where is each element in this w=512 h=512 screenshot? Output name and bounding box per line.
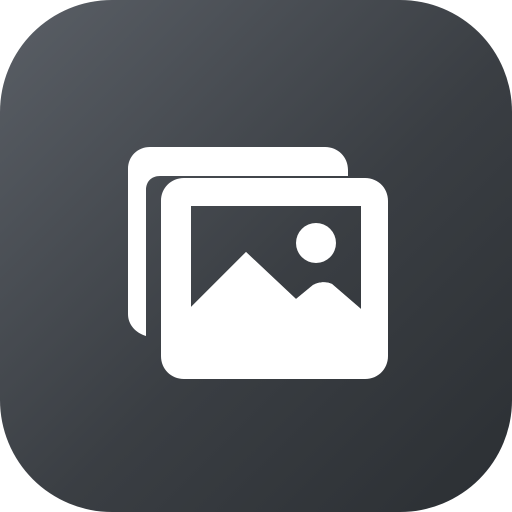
app-icon-tile[interactable] — [0, 0, 512, 512]
sun-icon — [296, 223, 336, 263]
mountains-icon — [191, 252, 361, 356]
photo-stack-icon — [128, 147, 388, 379]
app-icon-canvas — [0, 0, 512, 512]
